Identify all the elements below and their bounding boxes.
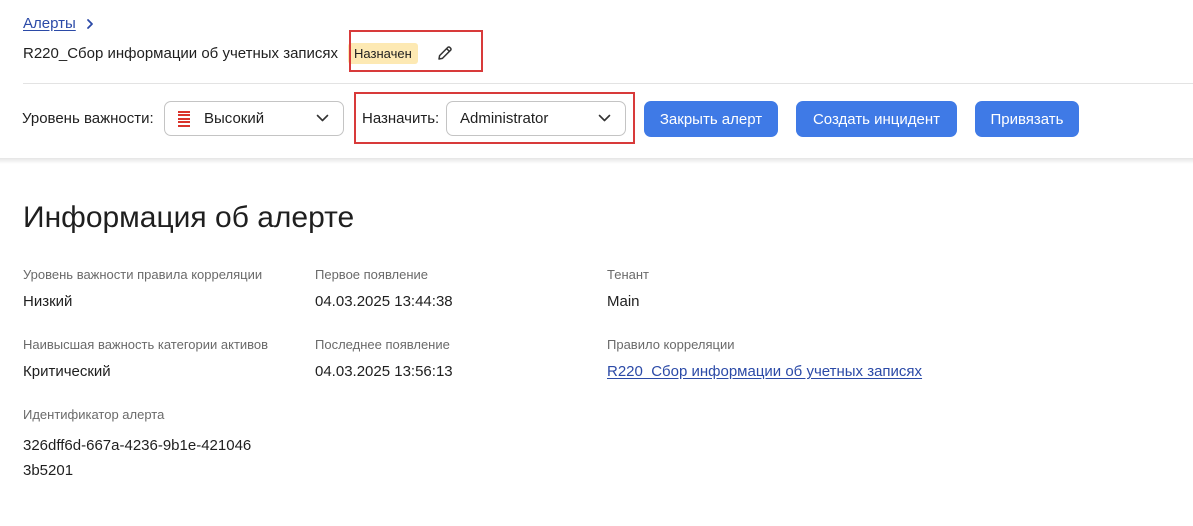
section-title: Информация об алерте <box>23 201 355 234</box>
chevron-down-icon <box>316 114 329 122</box>
breadcrumb: Алерты <box>23 15 96 32</box>
status-badge: Назначен <box>348 42 418 64</box>
create-incident-button[interactable]: Создать инцидент <box>796 101 957 137</box>
alert-id-label: Идентификатор алерта <box>23 407 165 422</box>
link-button[interactable]: Привязать <box>975 101 1079 137</box>
rule-severity-value: Низкий <box>23 293 73 310</box>
assign-label: Назначить: <box>362 110 440 127</box>
last-seen-label: Последнее появление <box>315 337 450 352</box>
pencil-icon[interactable] <box>436 44 454 62</box>
severity-label: Уровень важности: <box>22 110 154 127</box>
chevron-right-icon <box>86 18 93 29</box>
asset-severity-label: Наивысшая важность категории активов <box>23 337 269 352</box>
header-divider <box>23 83 1193 84</box>
alert-page: Алерты R220_Сбор информации об учетных з… <box>0 0 1193 526</box>
severity-select[interactable]: Высокий <box>164 101 344 136</box>
close-alert-button[interactable]: Закрыть алерт <box>644 101 778 137</box>
severity-high-icon <box>178 110 190 127</box>
header-shadow <box>0 158 1193 164</box>
chevron-down-icon <box>598 114 611 122</box>
page-title: R220_Сбор информации об учетных записях <box>23 44 339 62</box>
rule-severity-label: Уровень важности правила корреляции <box>23 267 263 282</box>
correlation-rule-link[interactable]: R220_Сбор информации об учетных записях <box>607 363 922 380</box>
correlation-rule-label: Правило корреляции <box>607 337 735 352</box>
title-row: R220_Сбор информации об учетных записях … <box>23 42 454 64</box>
breadcrumb-link-alerts[interactable]: Алерты <box>23 15 76 32</box>
tenant-label: Тенант <box>607 267 649 282</box>
assign-select[interactable]: Administrator <box>446 101 626 136</box>
alert-id-value: 326dff6d-667a-4236-9b1e-4210463b5201 <box>23 437 252 479</box>
asset-severity-value: Критический <box>23 363 111 380</box>
assign-select-value: Administrator <box>460 110 549 127</box>
severity-select-value: Высокий <box>204 110 265 127</box>
first-seen-label: Первое появление <box>315 267 429 282</box>
tenant-value: Main <box>607 293 640 310</box>
first-seen-value: 04.03.2025 13:44:38 <box>315 293 453 310</box>
alert-header: Алерты R220_Сбор информации об учетных з… <box>0 0 1193 160</box>
last-seen-value: 04.03.2025 13:56:13 <box>315 363 453 380</box>
